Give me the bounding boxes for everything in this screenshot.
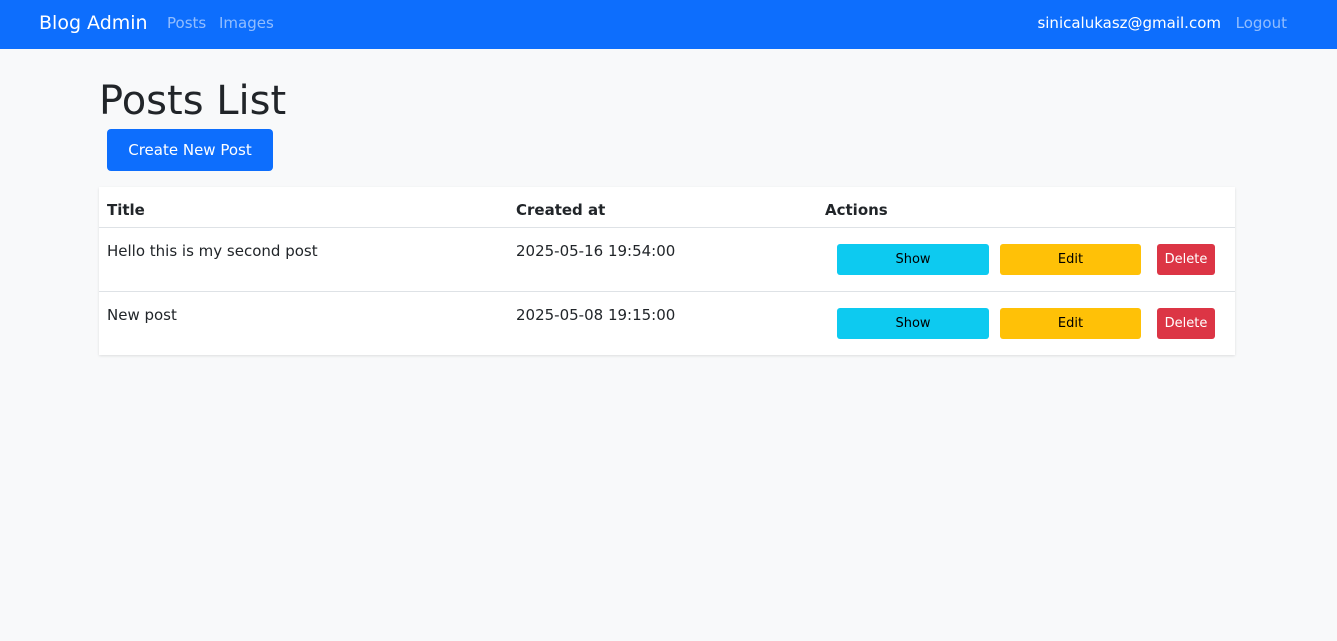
header-title: Title	[107, 201, 145, 219]
post-created-at: 2025-05-08 19:15:00	[516, 306, 676, 324]
edit-button[interactable]: Edit	[1000, 244, 1141, 275]
logout-link[interactable]: Logout	[1236, 13, 1287, 33]
user-email: sinicalukasz@gmail.com	[1037, 14, 1221, 32]
post-title: New post	[107, 306, 177, 324]
delete-button[interactable]: Delete	[1157, 244, 1215, 275]
post-title: Hello this is my second post	[107, 242, 318, 260]
header-created-at: Created at	[516, 201, 606, 219]
show-button[interactable]: Show	[837, 244, 989, 275]
header-actions: Actions	[825, 201, 888, 219]
page-title: Posts List	[99, 78, 287, 124]
table-row: New post 2025-05-08 19:15:00 Show Edit D…	[99, 292, 1235, 356]
show-button[interactable]: Show	[837, 308, 989, 339]
delete-button[interactable]: Delete	[1157, 308, 1215, 339]
table-row: Hello this is my second post 2025-05-16 …	[99, 228, 1235, 292]
create-post-button[interactable]: Create New Post	[107, 129, 273, 171]
posts-table: Title Created at Actions Hello this is m…	[99, 187, 1235, 355]
nav-link-images[interactable]: Images	[219, 13, 274, 33]
brand-link[interactable]: Blog Admin	[39, 11, 148, 35]
nav-link-posts[interactable]: Posts	[167, 13, 206, 33]
top-navbar: Blog Admin Posts Images sinicalukasz@gma…	[0, 0, 1337, 49]
post-created-at: 2025-05-16 19:54:00	[516, 242, 676, 260]
edit-button[interactable]: Edit	[1000, 308, 1141, 339]
